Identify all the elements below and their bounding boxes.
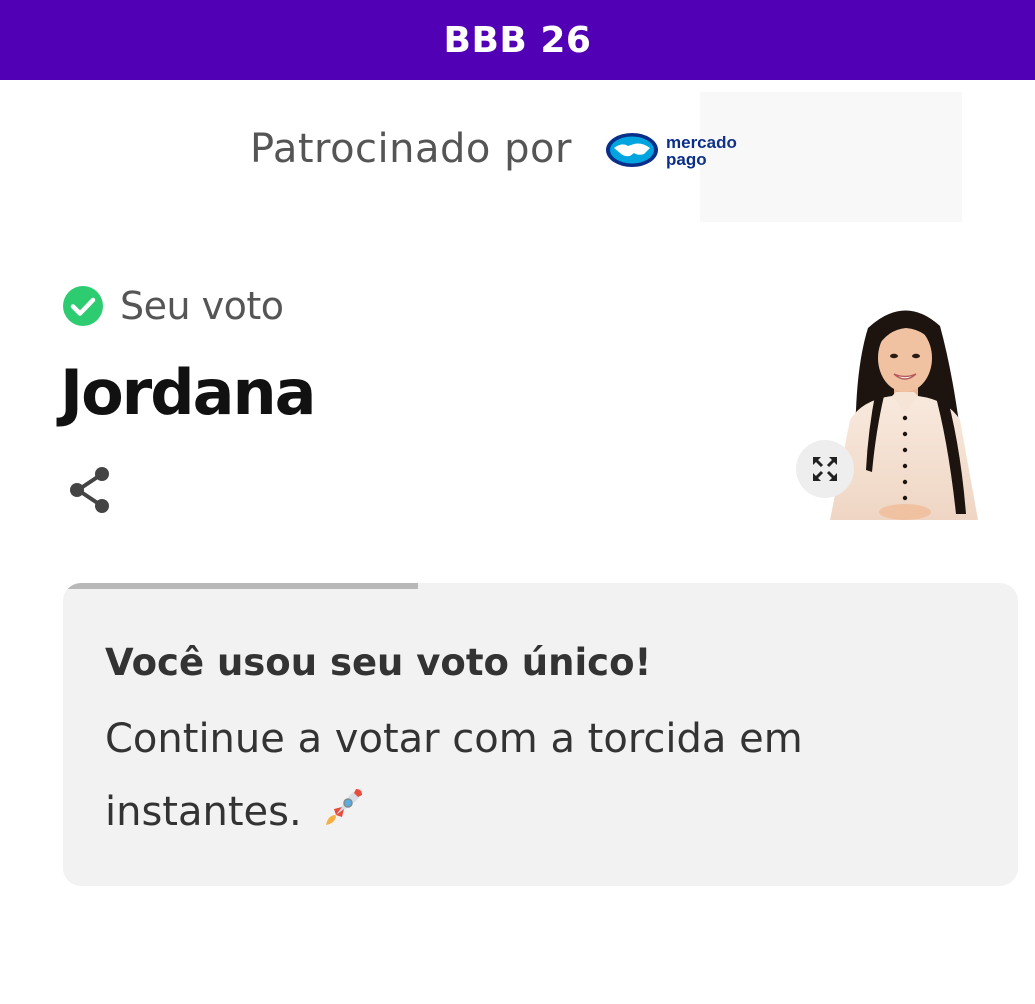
candidate-name: Jordana (60, 356, 316, 429)
expand-photo-button[interactable] (796, 440, 854, 498)
vote-status: Seu voto (62, 282, 284, 330)
card-body-text: Continue a votar com a torcida em instan… (105, 716, 803, 835)
vote-confirmation-card: Você usou seu voto único! Continue a vot… (63, 583, 1018, 886)
header-bar: BBB 26 (0, 0, 1035, 80)
share-icon[interactable] (66, 464, 114, 516)
vote-status-label: Seu voto (120, 284, 284, 328)
expand-icon (813, 457, 837, 481)
card-progress-bar (63, 583, 418, 589)
sponsor-label: Patrocinado por (250, 126, 572, 172)
check-circle-icon (63, 286, 103, 326)
background-watermark (700, 92, 962, 222)
card-title: Você usou seu voto único! (105, 641, 652, 684)
header-title: BBB 26 (443, 19, 592, 61)
rocket-icon (326, 789, 363, 825)
card-body: Continue a votar com a torcida em instan… (105, 703, 825, 849)
